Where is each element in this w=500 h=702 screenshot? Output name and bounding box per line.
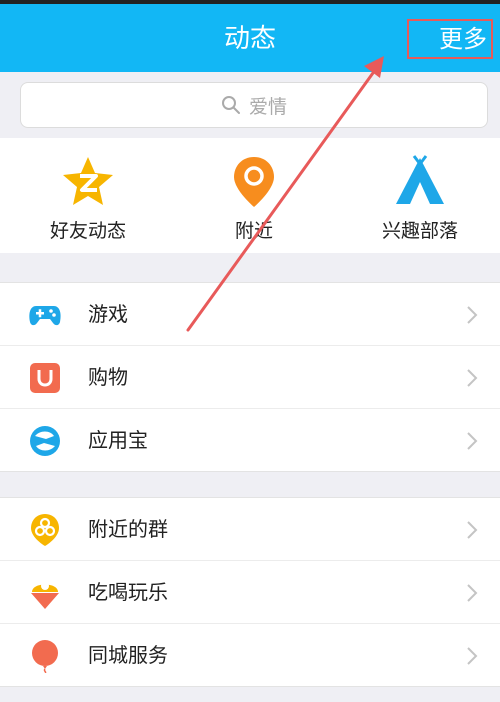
ice-cream-icon — [31, 582, 59, 609]
menu-item-label: 同城服务 — [88, 643, 168, 667]
chevron-right-icon — [467, 306, 478, 324]
menu-section-1: 游戏 购物 应用宝 — [0, 282, 500, 472]
chevron-right-icon — [467, 369, 478, 387]
gamepad-icon — [29, 306, 61, 326]
menu-item-label: 应用宝 — [88, 428, 148, 452]
search-input[interactable]: 爱情 — [20, 82, 488, 128]
quick-links: 好友动态 附近 兴趣部落 — [0, 138, 500, 253]
chevron-right-icon — [467, 432, 478, 450]
menu-item-games[interactable]: 游戏 — [0, 283, 500, 346]
balloon-icon — [32, 640, 58, 673]
menu-item-label: 购物 — [88, 365, 128, 389]
quick-link-nearby[interactable]: 附近 — [184, 154, 324, 243]
menu-section-2: 附近的群 吃喝玩乐 同城服务 — [0, 497, 500, 687]
menu-item-nearby-groups[interactable]: 附近的群 — [0, 498, 500, 561]
menu-item-food-fun[interactable]: 吃喝玩乐 — [0, 561, 500, 624]
search-placeholder: 爱情 — [248, 95, 287, 118]
chevron-right-icon — [467, 521, 478, 539]
menu-item-label: 游戏 — [88, 302, 128, 326]
menu-item-app-store[interactable]: 应用宝 — [0, 409, 500, 471]
quick-link-interest-tribe[interactable]: 兴趣部落 — [350, 154, 490, 243]
location-pin-icon — [234, 157, 274, 207]
quick-link-friend-feed[interactable]: 好友动态 — [18, 154, 158, 243]
quick-link-label: 好友动态 — [49, 220, 126, 242]
quick-link-label: 兴趣部落 — [381, 220, 458, 242]
search-icon — [221, 96, 240, 114]
search-area: 爱情 — [0, 72, 500, 138]
app-store-icon — [30, 426, 60, 456]
tent-icon — [396, 155, 444, 204]
star-z-icon — [63, 157, 113, 205]
quick-link-label: 附近 — [234, 220, 273, 242]
menu-item-label: 吃喝玩乐 — [88, 580, 168, 604]
chevron-right-icon — [467, 647, 478, 665]
menu-item-city-services[interactable]: 同城服务 — [0, 624, 500, 686]
shopping-bag-icon — [30, 363, 60, 393]
more-button[interactable]: 更多 — [407, 19, 493, 59]
chevron-right-icon — [467, 584, 478, 602]
top-bar: 动态 更多 — [0, 0, 500, 72]
menu-item-label: 附近的群 — [88, 517, 168, 541]
nearby-group-icon — [31, 514, 59, 546]
menu-item-shopping[interactable]: 购物 — [0, 346, 500, 409]
